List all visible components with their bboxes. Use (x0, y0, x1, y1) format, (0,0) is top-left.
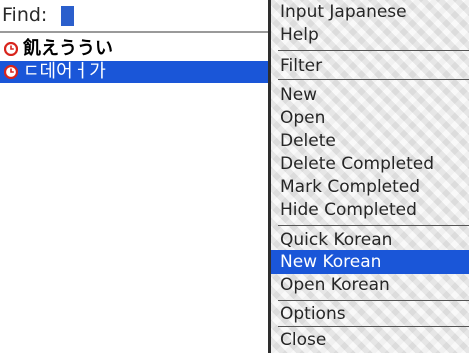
menu-item-mark-completed[interactable]: Mark Completed (271, 175, 469, 199)
find-bar[interactable]: Find: (0, 0, 272, 33)
menu-item-close[interactable]: Close (271, 328, 469, 352)
menu-item-input-japanese[interactable]: Input Japanese (271, 0, 469, 24)
context-menu: Input Japanese Help Filter New Open Dele… (268, 0, 469, 353)
menu-item-delete-completed[interactable]: Delete Completed (271, 152, 469, 176)
menu-item-quick-korean[interactable]: Quick Korean (271, 228, 469, 252)
alarm-clock-icon (4, 42, 18, 56)
menu-item-open-korean[interactable]: Open Korean (271, 273, 469, 297)
menu-item-delete[interactable]: Delete (271, 129, 469, 153)
menu-separator (278, 50, 469, 51)
menu-item-open[interactable]: Open (271, 106, 469, 130)
task-title: ㄷ데어ㅓ가 (23, 61, 106, 82)
task-title: 飢えううい (23, 38, 113, 59)
menu-separator (278, 225, 469, 226)
menu-item-new-korean[interactable]: New Korean (271, 250, 469, 274)
find-label: Find: (2, 4, 48, 26)
menu-item-options[interactable]: Options (271, 302, 469, 326)
menu-item-help[interactable]: Help (271, 23, 469, 47)
find-input-cursor[interactable] (61, 6, 74, 26)
menu-item-hide-completed[interactable]: Hide Completed (271, 198, 469, 222)
task-screen: Find: 飢えううい ㄷ데어ㅓ가 Input Japanese Help Fi… (0, 0, 469, 353)
task-list-item[interactable]: 飢えううい (0, 38, 272, 60)
alarm-clock-icon (4, 65, 18, 79)
menu-item-new[interactable]: New (271, 83, 469, 107)
menu-separator (278, 79, 469, 80)
menu-item-filter[interactable]: Filter (271, 54, 469, 78)
menu-separator (278, 326, 469, 327)
task-list-item-selected[interactable]: ㄷ데어ㅓ가 (0, 61, 272, 83)
menu-separator (278, 300, 469, 301)
